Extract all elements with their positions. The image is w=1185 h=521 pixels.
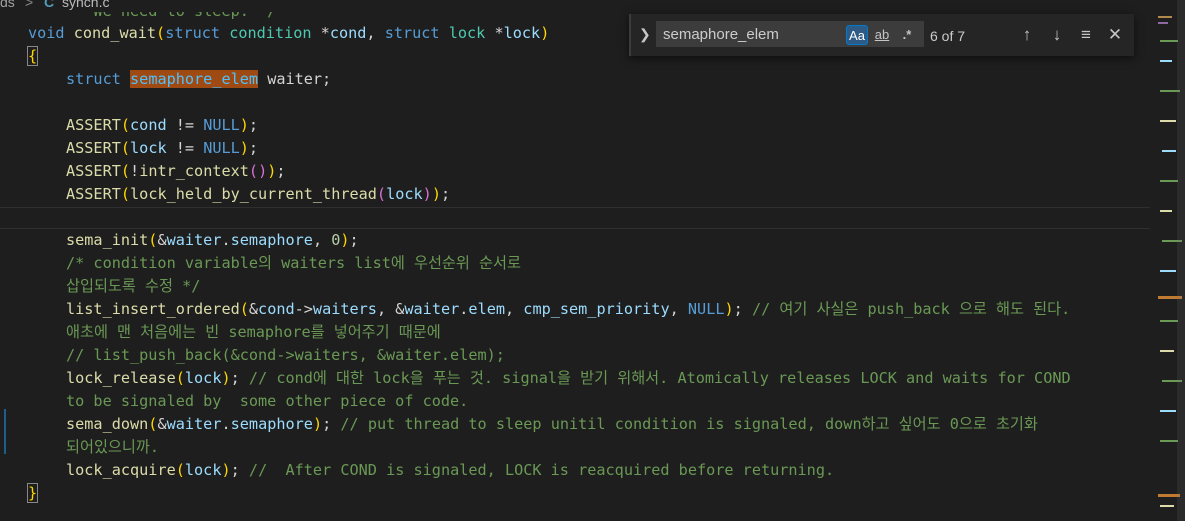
code-editor[interactable]: We need to sleep. */ void cond_wait(stru… (0, 12, 1150, 521)
code-line-15-comment: // list_push_back(&cond->waiters, &waite… (66, 346, 505, 364)
next-match-arrow-down-icon[interactable]: ↓ (1047, 25, 1067, 45)
code-line-6: ASSERT(lock != NULL); (66, 139, 259, 157)
find-input[interactable]: semaphore_elem Aa ab .* (656, 21, 924, 47)
code-line-13: list_insert_ordered(&cond->waiters, &wai… (66, 300, 1071, 318)
code-line-10: sema_init(&waiter.semaphore, 0); (66, 231, 359, 249)
find-input-text: semaphore_elem (663, 26, 779, 43)
code-line-18: sema_down(&waiter.semaphore); // put thr… (66, 415, 1038, 433)
match-whole-word-button[interactable]: ab (871, 25, 893, 45)
code-line-19-comment: 되어있으니까. (66, 438, 159, 456)
match-count: 6 of 7 (930, 28, 966, 44)
close-find-icon[interactable]: ✕ (1105, 25, 1125, 45)
current-line-highlight-top (0, 207, 1150, 208)
c-file-icon: C (44, 0, 55, 10)
breadcrumb-separator: > (25, 0, 34, 10)
breadcrumb-bar: ds > C synch.c (0, 0, 1185, 12)
partial-comment-line: We need to sleep. */ (66, 12, 276, 20)
breadcrumb-filename[interactable]: synch.c (62, 0, 109, 10)
close-brace: } (26, 483, 39, 503)
code-line-3: struct semaphore_elem waiter; (66, 70, 332, 88)
code-line-11-comment: /* condition variable의 waiters list에 우선순… (66, 254, 521, 272)
code-line-21: } (26, 482, 39, 505)
match-case-button[interactable]: Aa (846, 25, 868, 45)
code-line-14-comment: 애초에 맨 처음에는 빈 semaphore를 넣어주기 때문에 (66, 323, 441, 341)
code-line-1: void cond_wait(struct condition *cond, s… (28, 24, 550, 42)
use-regex-button[interactable]: .* (896, 25, 918, 45)
toggle-replace-chevron-icon[interactable]: ❯ (639, 26, 651, 43)
code-line-5: ASSERT(cond != NULL); (66, 116, 259, 134)
search-match-highlight: semaphore_elem (130, 70, 259, 88)
open-brace: { (26, 46, 39, 66)
code-line-17-comment: to be signaled by some other piece of co… (66, 392, 469, 410)
git-gutter-marker[interactable] (4, 409, 6, 454)
find-in-selection-list-icon[interactable]: ≡ (1076, 25, 1096, 45)
find-widget: ❯ semaphore_elem Aa ab .* 6 of 7 ↑ ↓ ≡ ✕ (629, 14, 1134, 56)
vertical-scrollbar[interactable] (1177, 0, 1185, 521)
breadcrumb-folder[interactable]: ds (0, 0, 15, 10)
code-line-8: ASSERT(lock_held_by_current_thread(lock)… (66, 185, 451, 203)
code-line-7: ASSERT(!intr_context()); (66, 162, 286, 180)
code-line-16: lock_release(lock); // cond에 대한 lock을 푸는… (66, 369, 1071, 387)
code-line-2: { (26, 45, 39, 68)
code-line-12-comment: 삽입되도록 수정 */ (66, 277, 201, 295)
previous-match-arrow-up-icon[interactable]: ↑ (1017, 25, 1037, 45)
code-line-20: lock_acquire(lock); // After COND is sig… (66, 461, 835, 479)
